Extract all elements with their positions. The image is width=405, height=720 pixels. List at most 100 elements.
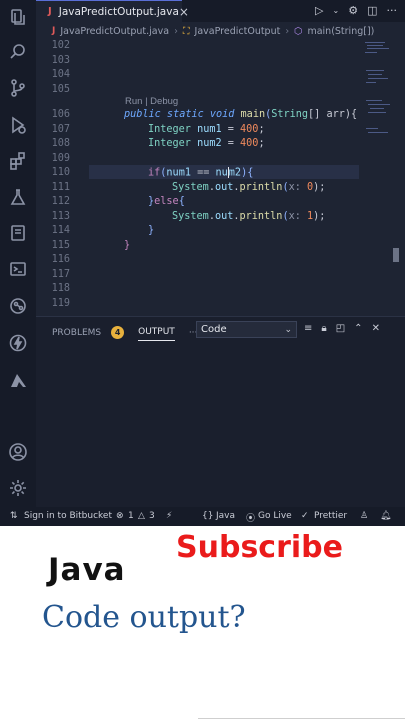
settings-gear-icon[interactable] (7, 477, 29, 499)
line-number: 103 (51, 54, 70, 66)
divider (198, 718, 405, 719)
remote-icon[interactable]: ⇅ (10, 511, 18, 521)
code-line-114: } (148, 225, 155, 236)
line-number: 102 (51, 40, 70, 51)
line-number: 119 (51, 297, 70, 309)
split-editor-icon[interactable]: ◫ (367, 4, 377, 17)
warning-icon[interactable]: △ (138, 511, 145, 521)
extensions-icon[interactable] (7, 150, 29, 172)
run-debug-icon[interactable] (7, 114, 29, 136)
minimap[interactable] (363, 40, 393, 140)
code-line-110: if(num1 == num2){ (148, 167, 254, 179)
line-number: 104 (51, 69, 70, 80)
error-count[interactable]: 1 (128, 511, 134, 521)
braces-icon: {} (202, 511, 214, 521)
vertical-scrollbar[interactable] (393, 248, 399, 262)
line-number: 105 (51, 83, 70, 95)
account-icon[interactable] (7, 441, 29, 463)
lightning-icon[interactable] (7, 332, 29, 354)
lock-icon[interactable]: 🔒︎ (321, 323, 326, 334)
clear-output-icon[interactable]: ≡ (304, 323, 312, 334)
line-number: 107 (51, 123, 70, 135)
code-line-106: public static void main(String[] arr){ (124, 109, 358, 120)
line-number: 108 (51, 138, 70, 149)
code-output-question: Code output? (42, 600, 246, 635)
method-cube-icon: ⬡ (294, 25, 303, 37)
check-icon: ✓ (301, 511, 309, 521)
line-number: 115 (51, 239, 70, 251)
tab-output[interactable]: OUTPUT (138, 327, 175, 341)
code-line-107: Integer num1 = 400; (148, 123, 265, 135)
line-number: 113 (51, 210, 70, 222)
notebook-icon[interactable] (7, 222, 29, 244)
line-number: 117 (51, 268, 70, 280)
chevron-right-icon: › (174, 25, 178, 37)
close-panel-icon[interactable]: ✕ (372, 323, 380, 334)
problems-count-badge: 4 (111, 326, 125, 339)
language-mode[interactable]: Java (216, 511, 235, 521)
chevron-up-icon[interactable]: ⌃ (354, 323, 362, 334)
java-file-icon: J (52, 26, 56, 36)
editor-tab[interactable]: J JavaPredictOutput.java × (36, 0, 189, 22)
status-bar: ⇅ Sign in to Bitbucket ⊗ 1 △ 3 ⚡ {} Java… (0, 507, 405, 526)
panel-actions: ≡ 🔒︎ ◰ ⌃ ✕ (304, 323, 380, 334)
run-icon[interactable]: ▷ (315, 4, 323, 17)
chevron-down-icon: ⌄ (284, 324, 292, 335)
prettier-button[interactable]: Prettier (314, 511, 347, 521)
code-line-113: System.out.println(x: 1); (172, 210, 326, 222)
line-number: 114 (51, 225, 70, 236)
run-debug-status-icon[interactable]: ⚡ (166, 511, 172, 521)
breadcrumb-method[interactable]: main(String[]) (307, 26, 374, 37)
editor-actions: ▷ ⌄ ⚙ ◫ ··· (315, 4, 397, 17)
source-control-icon[interactable] (7, 77, 29, 99)
subscribe-text: Subscribe (176, 530, 343, 565)
line-number: 111 (51, 181, 70, 193)
line-number: 116 (51, 254, 70, 265)
sign-in-bitbucket[interactable]: Sign in to Bitbucket (24, 511, 112, 521)
output-channel-select[interactable]: Code ⌄ (196, 321, 297, 338)
class-icon: ⛶ (182, 25, 190, 37)
feedback-icon[interactable]: ♙ (360, 511, 368, 521)
go-live-button[interactable]: Go Live (258, 511, 292, 521)
more-actions-icon[interactable]: ··· (387, 4, 398, 17)
editor-tab-label: JavaPredictOutput.java (58, 5, 179, 18)
testing-flask-icon[interactable] (7, 186, 29, 208)
java-file-icon: J (48, 6, 52, 17)
code-line-111: System.out.println(x: 0); (172, 181, 326, 193)
settings-sync-icon[interactable]: ⚙ (348, 4, 358, 17)
line-number: 106 (51, 109, 70, 120)
remote-share-icon[interactable] (7, 295, 29, 317)
codelens-run-debug[interactable]: Run | Debug (125, 96, 178, 107)
output-channel-value: Code (201, 324, 227, 335)
line-number: 109 (51, 152, 70, 164)
breadcrumb: J JavaPredictOutput.java › ⛶ JavaPredict… (36, 22, 405, 40)
maximize-panel-icon[interactable]: ◰ (336, 323, 345, 334)
notifications-bell-icon[interactable]: 🔔︎ (380, 511, 391, 521)
code-line-112: }else{ (148, 196, 185, 207)
go-live-icon: ⦿ (246, 514, 256, 524)
line-number: 110 (51, 167, 70, 178)
azure-icon[interactable] (7, 370, 29, 392)
line-number: 118 (51, 283, 70, 294)
breadcrumb-class[interactable]: JavaPredictOutput (195, 26, 281, 37)
line-number: 112 (51, 196, 70, 207)
panel-tabs: PROBLEMS 4 OUTPUT ··· (52, 324, 197, 341)
chevron-down-icon[interactable]: ⌄ (333, 6, 340, 15)
chevron-right-icon: › (285, 25, 290, 37)
explorer-icon[interactable] (7, 6, 29, 28)
breadcrumb-file[interactable]: JavaPredictOutput.java (60, 26, 169, 37)
warning-count[interactable]: 3 (149, 511, 155, 521)
terminal-icon[interactable] (7, 258, 29, 280)
code-editor[interactable]: 102 103 104 105 106 107 108 109 110 111 … (36, 40, 363, 316)
tab-bar: J JavaPredictOutput.java × ▷ ⌄ ⚙ ◫ ··· (36, 0, 405, 22)
activity-bar (0, 0, 36, 507)
search-icon[interactable] (7, 41, 29, 63)
output-panel: PROBLEMS 4 OUTPUT ··· Code ⌄ ≡ 🔒︎ ◰ ⌃ ✕ (36, 316, 405, 507)
code-line-115: } (124, 239, 131, 251)
close-icon[interactable]: × (179, 5, 189, 19)
error-icon[interactable]: ⊗ (116, 511, 124, 521)
code-line-108: Integer num2 = 400; (148, 138, 265, 149)
java-title: Java (48, 552, 126, 588)
tab-problems[interactable]: PROBLEMS (52, 328, 101, 338)
editor-window: J JavaPredictOutput.java × ▷ ⌄ ⚙ ◫ ··· J… (0, 0, 405, 526)
